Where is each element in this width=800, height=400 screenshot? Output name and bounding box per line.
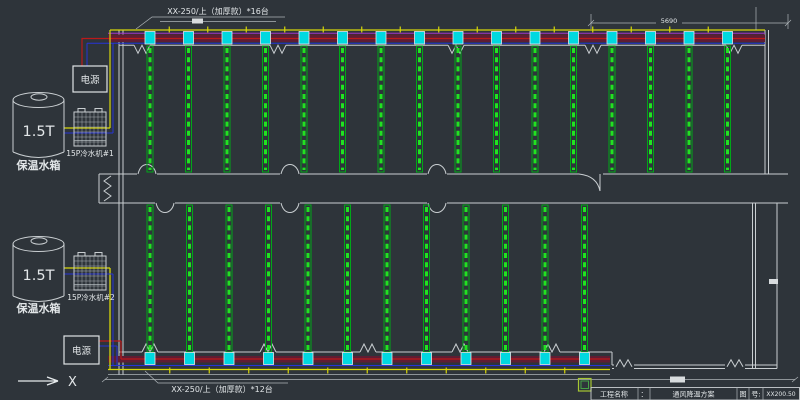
tank1-capacity: 1.5T [23,124,55,140]
drawing-no-value: XX200.50 [766,391,795,398]
duct-fan-unit[interactable] [501,353,511,365]
tank2-label: 保温水箱 [16,301,61,315]
duct-fan-unit[interactable] [343,353,353,365]
top-duct-note: XX-250/上（加厚款）*16台 [167,6,269,16]
canvas-background [0,0,800,400]
duct-fan-unit[interactable] [145,353,155,365]
title-block-field-label: 工程名称 [600,390,628,399]
power-box1-label: 电源 [80,74,100,86]
bottom-dim-text-blob [670,377,685,383]
duct-fan-unit[interactable] [607,32,617,45]
right-dim-text-blob [769,279,778,284]
duct-fan-unit[interactable] [453,32,463,45]
top-dimension-text: 5690 [661,17,678,25]
small-dim-text-blob [192,19,203,24]
duct-fan-unit[interactable] [461,353,471,365]
cad-canvas[interactable]: 1.5T 保温水箱 1.5T 保温水箱 15P冷水机#1 15P冷水机#2 电源… [0,0,800,400]
duct-fan-unit[interactable] [580,353,590,365]
duct-fan-unit[interactable] [723,32,733,45]
duct-fan-unit[interactable] [185,353,195,365]
chiller1-label: 15P冷水机#1 [66,148,114,158]
duct-fan-unit[interactable] [422,353,432,365]
chiller2-label: 15P冷水机#2 [67,292,115,302]
duct-fan-unit[interactable] [569,32,579,45]
duct-fan-unit[interactable] [646,32,656,45]
duct-fan-unit[interactable] [264,353,274,365]
x-axis-label: X [68,375,77,390]
power-box2-label: 电源 [72,345,92,357]
duct-fan-unit[interactable] [299,32,309,45]
drawing-no-label-2: 号: [751,391,760,399]
project-name: 通风降温方案 [673,390,715,399]
duct-fan-unit[interactable] [530,32,540,45]
duct-fan-unit[interactable] [303,353,313,365]
duct-fan-unit[interactable] [184,32,194,45]
duct-fan-unit[interactable] [382,353,392,365]
duct-fan-unit[interactable] [415,32,425,45]
tank2-capacity: 1.5T [23,268,55,284]
duct-fan-unit[interactable] [224,353,234,365]
bottom-duct-note: XX-250/上（加厚款）*12台 [171,384,273,394]
drawing-no-label-1: 图 [740,391,747,399]
duct-fan-unit[interactable] [684,32,694,45]
title-block-colon: ： [641,391,648,399]
duct-fan-unit[interactable] [145,32,155,45]
duct-fan-unit[interactable] [338,32,348,45]
tank1-label: 保温水箱 [16,158,61,172]
duct-fan-unit[interactable] [376,32,386,45]
duct-fan-unit[interactable] [492,32,502,45]
duct-fan-unit[interactable] [261,32,271,45]
duct-fan-unit[interactable] [222,32,232,45]
duct-fan-unit[interactable] [540,353,550,365]
